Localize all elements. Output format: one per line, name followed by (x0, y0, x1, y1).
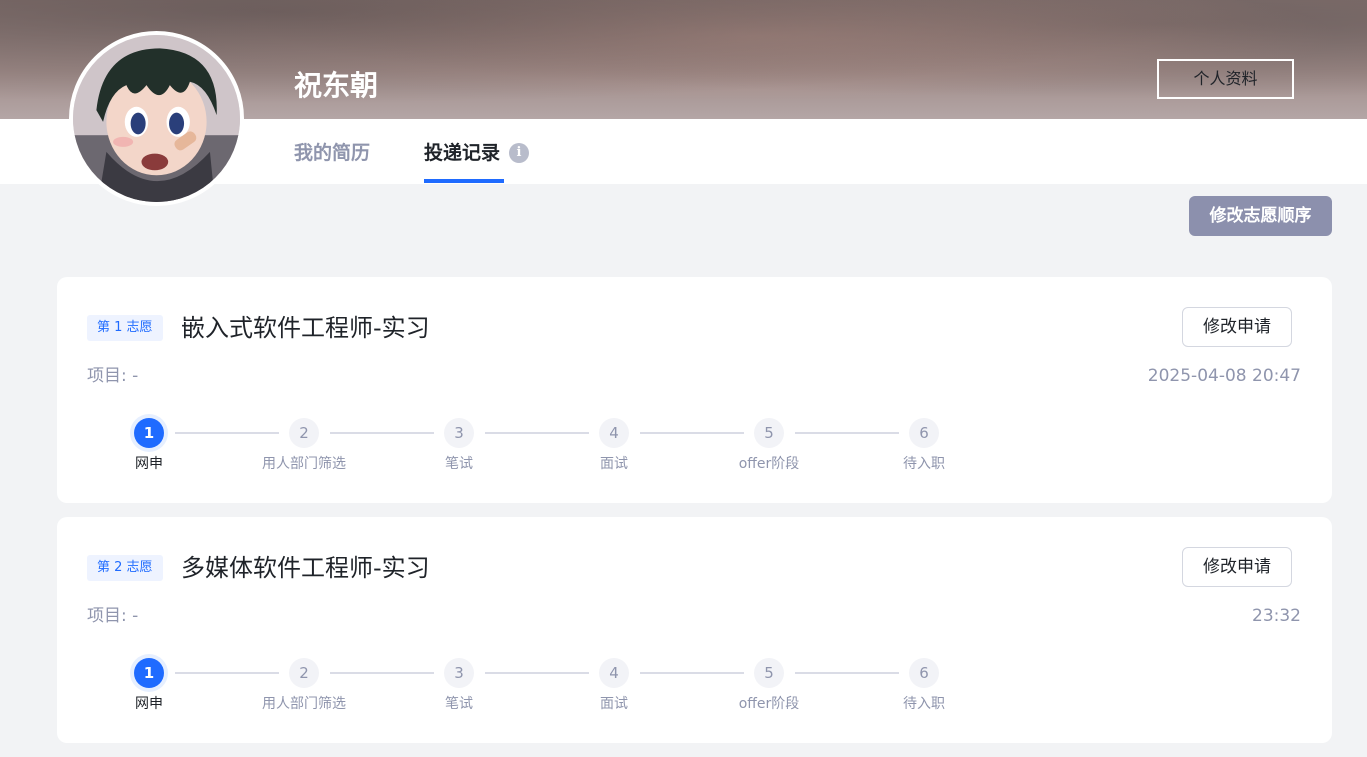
preference-badge: 第 1 志愿 (87, 315, 163, 341)
step-circle: 1 (134, 658, 164, 688)
step-circle: 5 (754, 658, 784, 688)
step-connector (330, 432, 434, 434)
step-connector (640, 672, 744, 674)
step-connector (175, 432, 279, 434)
job-title: 多媒体软件工程师-实习 (181, 554, 430, 582)
avatar (69, 31, 244, 206)
step-connector (330, 672, 434, 674)
profile-button[interactable]: 个人资料 (1157, 59, 1294, 99)
step-connector (640, 432, 744, 434)
step-label: offer阶段 (738, 456, 800, 472)
submission-time: 2025-04-08 20:47 (1147, 366, 1301, 386)
step-label: 用人部门筛选 (262, 456, 346, 472)
step-connector (485, 432, 589, 434)
tab-my-resume[interactable]: 我的简历 (294, 141, 370, 165)
step-circle: 6 (909, 418, 939, 448)
step-connector (795, 432, 899, 434)
step-label: 笔试 (445, 456, 473, 472)
step-label: 面试 (600, 456, 628, 472)
tab-application-records-label: 投递记录 (424, 142, 501, 164)
step-connector (795, 672, 899, 674)
step-label: 待入职 (903, 456, 945, 472)
step-label: 面试 (600, 696, 628, 712)
step-circle: 5 (754, 418, 784, 448)
tab-application-records[interactable]: 投递记录 (424, 141, 504, 183)
step-label: 用人部门筛选 (262, 696, 346, 712)
preference-badge: 第 2 志愿 (87, 555, 163, 581)
step-label: 网申 (135, 696, 163, 712)
active-tab-indicator (424, 179, 504, 183)
user-name: 祝东朝 (294, 69, 379, 102)
step-label: 网申 (135, 456, 163, 472)
info-icon[interactable]: i (509, 143, 529, 163)
step-circle: 1 (134, 418, 164, 448)
reorder-preferences-button[interactable]: 修改志愿顺序 (1189, 196, 1332, 236)
step-connector (175, 672, 279, 674)
step-circle: 4 (599, 658, 629, 688)
edit-application-button[interactable]: 修改申请 (1182, 307, 1292, 347)
step-circle: 2 (289, 658, 319, 688)
step-label: 待入职 (903, 696, 945, 712)
step-circle: 2 (289, 418, 319, 448)
application-card: 第 1 志愿 嵌入式软件工程师-实习 修改申请 项目: - 2025-04-08… (57, 277, 1332, 503)
avatar-image (73, 35, 240, 202)
project-label: 项目: (87, 366, 127, 386)
step-circle: 3 (444, 418, 474, 448)
edit-application-button[interactable]: 修改申请 (1182, 547, 1292, 587)
step-circle: 6 (909, 658, 939, 688)
step-circle: 3 (444, 658, 474, 688)
project-value: - (132, 366, 139, 386)
application-card: 第 2 志愿 多媒体软件工程师-实习 修改申请 项目: - 23:32 1 网申 2… (57, 517, 1332, 743)
project-value: - (132, 606, 139, 626)
project-info: 项目: - (87, 604, 138, 628)
project-info: 项目: - (87, 364, 138, 388)
job-title: 嵌入式软件工程师-实习 (181, 314, 430, 342)
project-label: 项目: (87, 606, 127, 626)
step-connector (485, 672, 589, 674)
step-circle: 4 (599, 418, 629, 448)
submission-time: 23:32 (1252, 606, 1301, 626)
step-label: 笔试 (445, 696, 473, 712)
step-label: offer阶段 (738, 696, 800, 712)
